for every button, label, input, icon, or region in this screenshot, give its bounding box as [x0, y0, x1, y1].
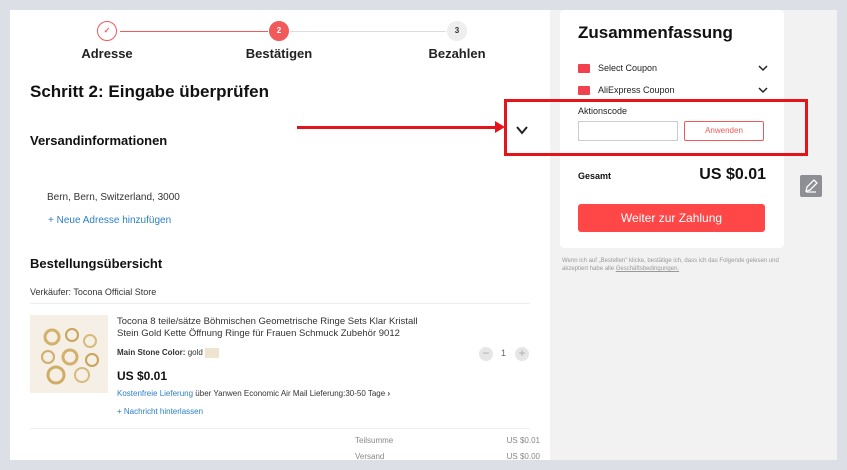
pencil-icon — [805, 179, 818, 193]
variant-label: Main Stone Color: — [117, 348, 186, 358]
product-title-line1[interactable]: Tocona 8 teile/sätze Böhmischen Geometri… — [117, 316, 417, 327]
shipping-heading: Versandinformationen — [30, 133, 168, 148]
step-number: 2 — [269, 21, 289, 41]
step-label: Bestätigen — [245, 46, 313, 61]
shipping-cost-value: US $0.00 — [506, 452, 540, 460]
select-coupon-row[interactable]: Select Coupon — [578, 62, 768, 76]
page-title: Schritt 2: Eingabe überprüfen — [30, 82, 269, 101]
total-label: Gesamt — [578, 171, 612, 181]
step-confirm: 2 Bestätigen — [244, 21, 314, 61]
chevron-down-icon — [758, 65, 768, 72]
continue-to-payment-button[interactable]: Weiter zur Zahlung — [578, 204, 765, 232]
step-label: Bezahlen — [428, 46, 486, 61]
main-panel: ✓ Adresse 2 Bestätigen 3 Bezahlen Schrit… — [10, 10, 550, 460]
shipping-method: über Yanwen Economic Air Mail — [195, 389, 308, 398]
chevron-right-icon[interactable]: › — [387, 389, 390, 398]
chevron-down-icon — [758, 87, 768, 94]
product-image[interactable] — [30, 315, 108, 393]
coupon-icon — [578, 86, 590, 95]
divider — [30, 303, 530, 304]
select-coupon-label: Select Coupon — [598, 63, 658, 73]
terms-link[interactable]: Geschäftsbedingungen. — [616, 266, 679, 272]
subtotal-value: US $0.01 — [506, 436, 540, 445]
step-label: Adresse — [81, 46, 133, 61]
aliexpress-coupon-row[interactable]: AliExpress Coupon — [578, 84, 768, 98]
product-title-line2[interactable]: Stein Gold Kette Öffnung Ringe für Fraue… — [117, 328, 400, 339]
subtotal-label: Teilsumme — [355, 436, 394, 445]
shipping-line: Kostenfreie Lieferung über Yanwen Econom… — [117, 389, 390, 398]
order-heading: Bestellungsübersicht — [30, 256, 163, 271]
edit-button[interactable] — [800, 175, 822, 197]
variant-line: Main Stone Color: gold — [117, 348, 220, 358]
ring-set-image — [41, 328, 99, 385]
terms-note: Wenn ich auf „Bestellen" klicke, bestäti… — [562, 257, 782, 273]
shipping-cost-label: Versand — [355, 452, 385, 460]
seller-prefix: Verkäufer: — [30, 287, 72, 297]
leave-message-link[interactable]: + Nachricht hinterlassen — [117, 407, 203, 416]
total-value: US $0.01 — [699, 166, 766, 183]
free-shipping-label: Kostenfreie Lieferung — [117, 389, 194, 398]
variant-value: gold — [187, 348, 203, 358]
step-pay: 3 Bezahlen — [422, 21, 492, 61]
step-address[interactable]: ✓ Adresse — [77, 21, 137, 61]
coupon-icon — [578, 64, 590, 73]
annotation-arrow-line — [297, 126, 497, 129]
add-address-link[interactable]: + Neue Adresse hinzufügen — [48, 215, 171, 226]
variant-swatch-icon — [205, 348, 220, 358]
seller-line: Verkäufer: Tocona Official Store — [30, 287, 156, 297]
seller-name[interactable]: Tocona Official Store — [73, 287, 156, 297]
step-number: 3 — [447, 21, 467, 41]
quantity-increase-button[interactable]: + — [515, 347, 529, 361]
quantity-value: 1 — [501, 348, 507, 358]
annotation-highlight-box — [504, 99, 808, 156]
divider — [30, 428, 530, 429]
checkout-page: ✓ Adresse 2 Bestätigen 3 Bezahlen Schrit… — [10, 10, 837, 460]
shipping-time: Lieferung:30-50 Tage — [309, 389, 386, 398]
summary-title: Zusammenfassung — [578, 23, 733, 42]
check-icon: ✓ — [97, 21, 117, 41]
shipping-address: Bern, Bern, Switzerland, 3000 — [47, 192, 180, 203]
product-price: US $0.01 — [117, 369, 168, 383]
aliexpress-coupon-label: AliExpress Coupon — [598, 85, 675, 95]
quantity-decrease-button[interactable]: − — [479, 347, 493, 361]
